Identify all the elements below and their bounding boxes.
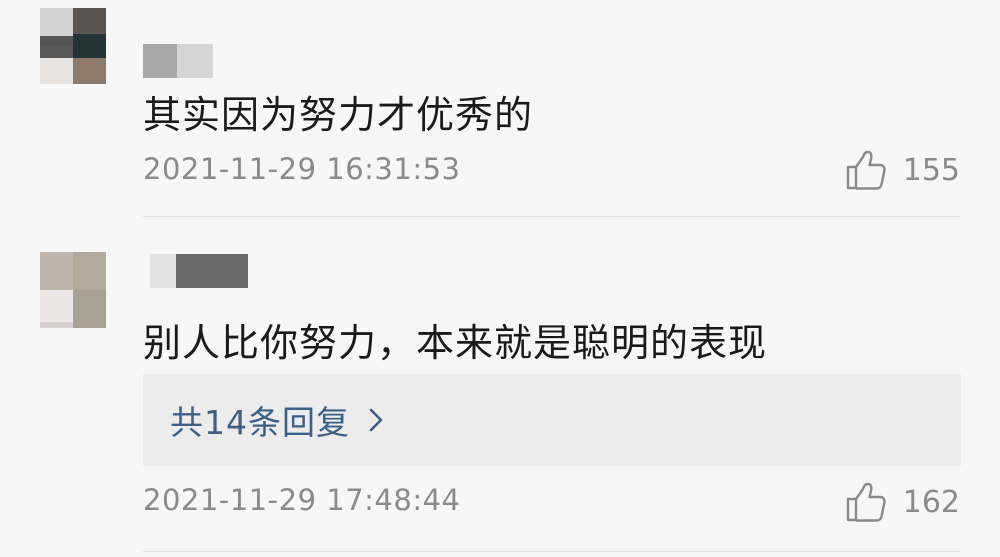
chevron-right-icon: [369, 408, 383, 432]
avatar[interactable]: [40, 252, 106, 328]
replies-label[interactable]: 共14条回复: [170, 396, 350, 444]
avatar[interactable]: [40, 8, 106, 84]
like-count: 155: [902, 152, 960, 188]
like-button[interactable]: 162: [845, 480, 960, 524]
comment-item: 别人比你努力，本来就是聪明的表现 共14条回复 2021-11-29 17:48…: [0, 218, 1000, 557]
comment-timestamp: 2021-11-29 17:48:44: [143, 483, 461, 517]
like-button[interactable]: 155: [845, 148, 960, 192]
comment-timestamp: 2021-11-29 16:31:53: [143, 152, 461, 186]
username-redacted[interactable]: [143, 44, 213, 78]
comment-text: 其实因为努力才优秀的: [143, 93, 534, 137]
comment-item: 其实因为努力才优秀的 2021-11-29 16:31:53 155: [0, 0, 1000, 218]
username-redacted[interactable]: [150, 254, 248, 288]
comment-text: 别人比你努力，本来就是聪明的表现: [143, 321, 768, 365]
view-replies-button[interactable]: 共14条回复: [143, 374, 961, 466]
thumbs-up-icon[interactable]: [845, 149, 887, 191]
divider: [143, 216, 960, 217]
like-count: 162: [902, 484, 960, 520]
thumbs-up-icon[interactable]: [845, 481, 887, 523]
divider: [143, 551, 960, 552]
comment-list: 其实因为努力才优秀的 2021-11-29 16:31:53 155 别人比你努…: [0, 0, 1000, 557]
